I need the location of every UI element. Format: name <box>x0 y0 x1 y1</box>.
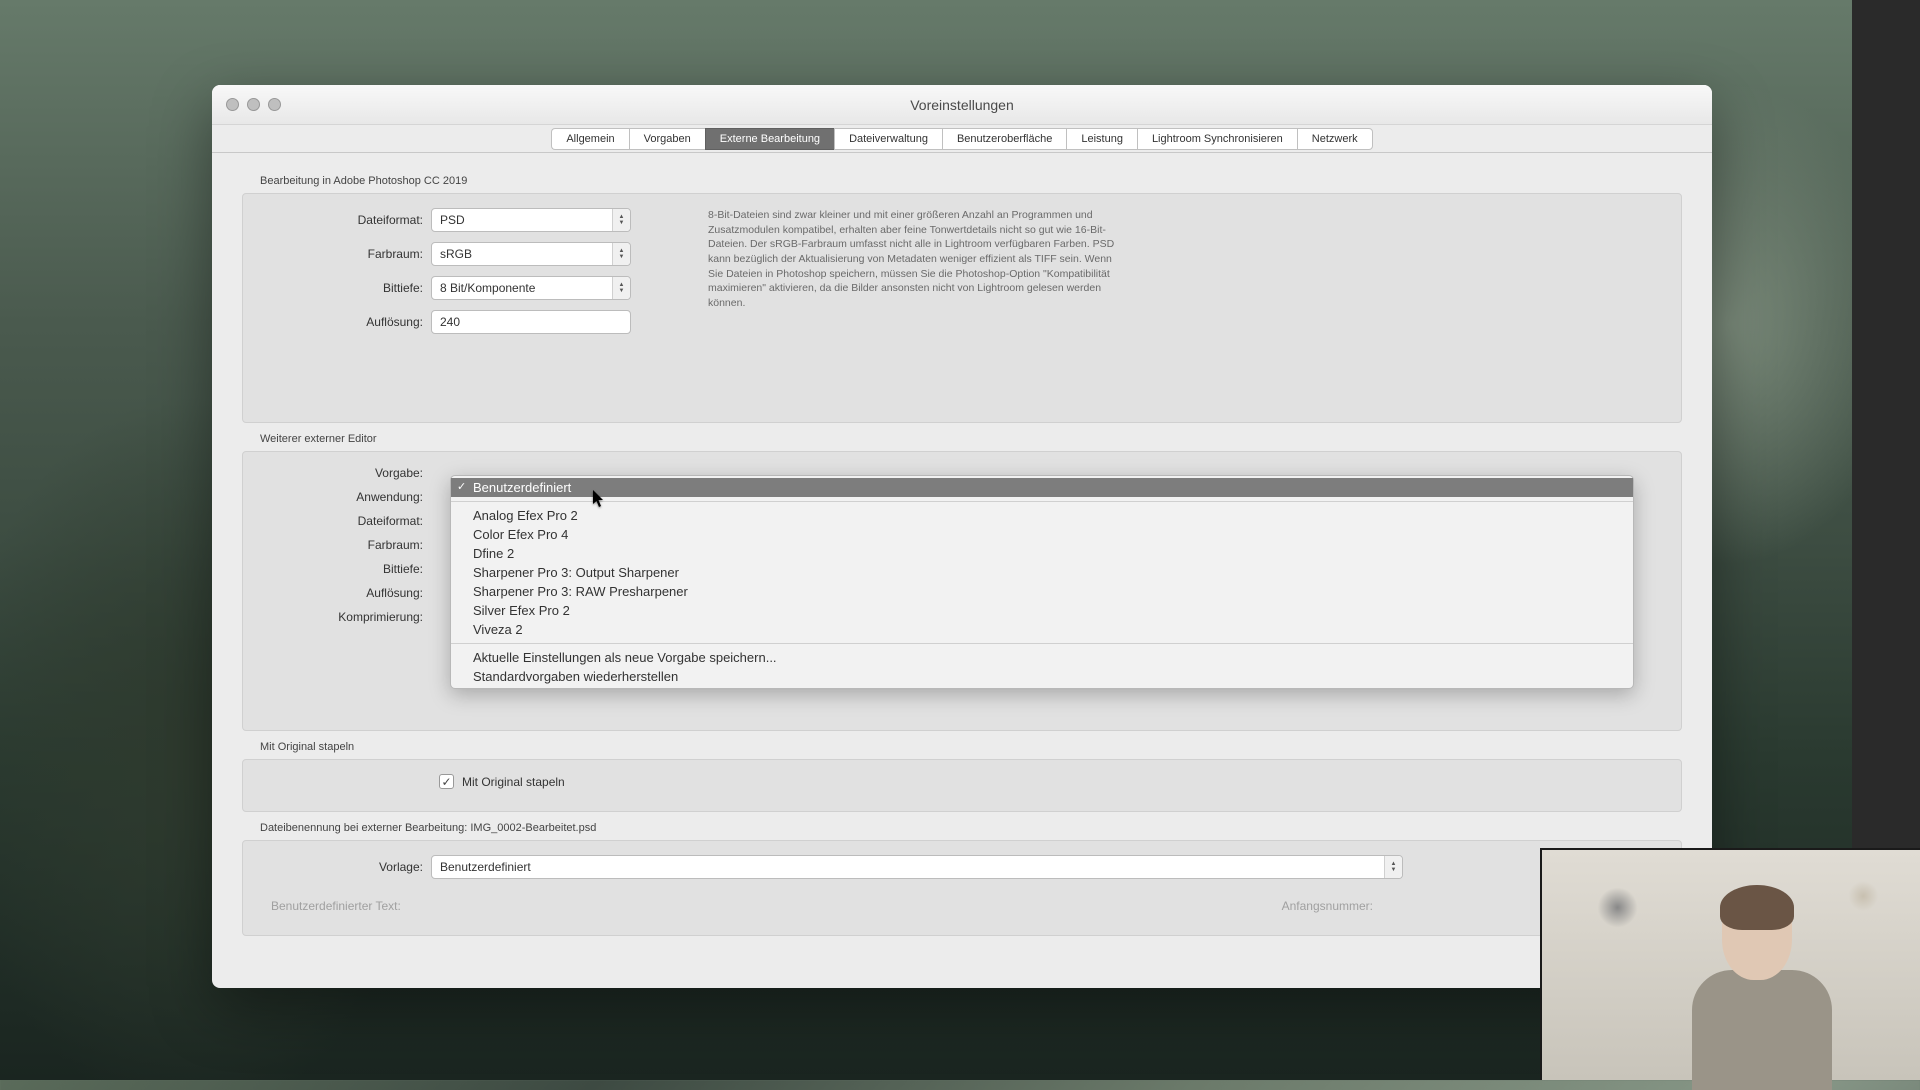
section-external-title: Weiterer externer Editor <box>260 433 1682 445</box>
checkbox-stack-original[interactable] <box>439 774 454 789</box>
label-colorspace2: Farbraum: <box>261 538 431 552</box>
select-fileformat-value: PSD <box>440 213 465 227</box>
tab-lightroom-synchronisieren[interactable]: Lightroom Synchronisieren <box>1137 128 1297 150</box>
dropdown-item[interactable]: Aktuelle Einstellungen als neue Vorgabe … <box>451 648 1633 667</box>
select-template-value: Benutzerdefiniert <box>440 860 531 874</box>
select-bitdepth[interactable]: 8 Bit/Komponente ▲▼ <box>431 276 631 300</box>
input-resolution-value: 240 <box>440 315 460 329</box>
input-resolution[interactable]: 240 <box>431 310 631 334</box>
dropdown-item[interactable]: Sharpener Pro 3: Output Sharpener <box>451 563 1633 582</box>
select-colorspace[interactable]: sRGB ▲▼ <box>431 242 631 266</box>
dropdown-item-selected[interactable]: Benutzerdefiniert <box>451 478 1633 497</box>
label-compression: Komprimierung: <box>261 610 431 624</box>
label-application: Anwendung: <box>261 490 431 504</box>
preferences-tabbar: AllgemeinVorgabenExterne BearbeitungDate… <box>212 125 1712 153</box>
select-colorspace-value: sRGB <box>440 247 472 261</box>
dropdown-item[interactable]: Color Efex Pro 4 <box>451 525 1633 544</box>
chevron-updown-icon: ▲▼ <box>612 209 630 231</box>
window-title: Voreinstellungen <box>212 97 1712 113</box>
select-bitdepth-value: 8 Bit/Komponente <box>440 281 535 295</box>
label-fileformat2: Dateiformat: <box>261 514 431 528</box>
label-fileformat: Dateiformat: <box>261 213 431 227</box>
close-icon[interactable] <box>226 98 239 111</box>
tab-vorgaben[interactable]: Vorgaben <box>629 128 705 150</box>
dropdown-separator <box>451 643 1633 644</box>
tab-benutzeroberfläche[interactable]: Benutzeroberfläche <box>942 128 1066 150</box>
panel-naming: Vorlage: Benutzerdefiniert ▲▼ Benutzerde… <box>242 840 1682 936</box>
info-text-8bit: 8-Bit-Dateien sind zwar kleiner und mit … <box>708 208 1118 311</box>
label-resolution2: Auflösung: <box>261 586 431 600</box>
tab-netzwerk[interactable]: Netzwerk <box>1297 128 1373 150</box>
tab-externe-bearbeitung[interactable]: Externe Bearbeitung <box>705 128 834 150</box>
label-template: Vorlage: <box>261 860 431 874</box>
label-custom-text: Benutzerdefinierter Text: <box>271 899 401 913</box>
label-colorspace: Farbraum: <box>261 247 431 261</box>
dropdown-item[interactable]: Silver Efex Pro 2 <box>451 601 1633 620</box>
select-template[interactable]: Benutzerdefiniert ▲▼ <box>431 855 1403 879</box>
dropdown-item[interactable]: Analog Efex Pro 2 <box>451 506 1633 525</box>
label-bitdepth2: Bittiefe: <box>261 562 431 576</box>
dropdown-item[interactable]: Standardvorgaben wiederherstellen <box>451 667 1633 686</box>
minimize-icon[interactable] <box>247 98 260 111</box>
select-fileformat[interactable]: PSD ▲▼ <box>431 208 631 232</box>
section-stack-title: Mit Original stapeln <box>260 741 1682 753</box>
titlebar: Voreinstellungen <box>212 85 1712 125</box>
checkbox-stack-label: Mit Original stapeln <box>462 775 565 789</box>
chevron-updown-icon: ▲▼ <box>1384 856 1402 878</box>
maximize-icon[interactable] <box>268 98 281 111</box>
label-bitdepth: Bittiefe: <box>261 281 431 295</box>
label-start-number: Anfangsnummer: <box>1282 899 1373 913</box>
section-photoshop-title: Bearbeitung in Adobe Photoshop CC 2019 <box>260 175 1682 187</box>
tab-leistung[interactable]: Leistung <box>1066 128 1137 150</box>
label-preset: Vorgabe: <box>261 466 431 480</box>
tab-dateiverwaltung[interactable]: Dateiverwaltung <box>834 128 942 150</box>
chevron-updown-icon: ▲▼ <box>612 243 630 265</box>
panel-photoshop: Dateiformat: PSD ▲▼ Farbraum: sRGB ▲▼ Bi… <box>242 193 1682 423</box>
dropdown-item[interactable]: Dfine 2 <box>451 544 1633 563</box>
webcam-overlay <box>1540 848 1920 1080</box>
label-resolution: Auflösung: <box>261 315 431 329</box>
section-naming-title: Dateibenennung bei externer Bearbeitung:… <box>260 822 1682 834</box>
dropdown-separator <box>451 501 1633 502</box>
preset-dropdown-menu[interactable]: Benutzerdefiniert Analog Efex Pro 2Color… <box>450 475 1634 689</box>
dropdown-item[interactable]: Sharpener Pro 3: RAW Presharpener <box>451 582 1633 601</box>
panel-stack: Mit Original stapeln <box>242 759 1682 812</box>
chevron-updown-icon: ▲▼ <box>612 277 630 299</box>
tab-allgemein[interactable]: Allgemein <box>551 128 628 150</box>
dropdown-item[interactable]: Viveza 2 <box>451 620 1633 639</box>
